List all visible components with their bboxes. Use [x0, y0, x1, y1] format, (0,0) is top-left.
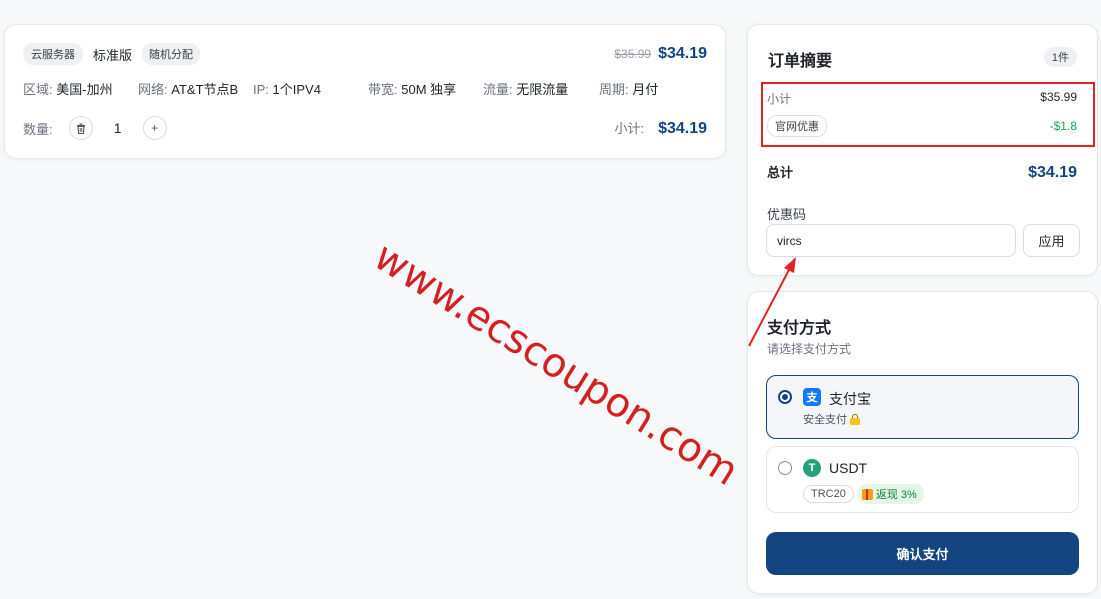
- product-price: $35.99 $34.19: [614, 45, 707, 63]
- total-label: 总计: [767, 165, 794, 180]
- spec-ip: IP: 1个IPV4: [253, 82, 321, 97]
- lock-icon: [850, 413, 860, 425]
- current-price: $34.19: [658, 45, 707, 62]
- alipay-note: 安全支付: [803, 411, 860, 427]
- total-value: $34.19: [1028, 164, 1077, 181]
- summary-subtotal-value: $35.99: [1040, 90, 1077, 104]
- spec-region: 区域: 美国-加州: [23, 82, 113, 97]
- category-tag: 云服务器: [23, 43, 83, 65]
- trash-icon: [76, 123, 85, 134]
- payment-option-usdt[interactable]: T USDT TRC20 返现 3%: [766, 446, 1079, 513]
- spec-bandwidth: 带宽: 50M 独享: [368, 82, 457, 97]
- annotation-arrow: [748, 257, 796, 347]
- alipay-label: 支付宝: [829, 391, 871, 407]
- item-subtotal: 小计: $34.19: [614, 118, 707, 138]
- item-count-badge: 1件: [1043, 47, 1077, 67]
- discount-row: 官网优惠 -$1.8: [767, 115, 1077, 137]
- product-header: 云服务器 标准版 随机分配 $35.99 $34.19: [23, 41, 707, 67]
- remove-item-button[interactable]: [68, 116, 93, 140]
- product-card: 云服务器 标准版 随机分配 $35.99 $34.19 区域: 美国-加州 网络…: [4, 24, 726, 159]
- discount-label: 官网优惠: [767, 115, 827, 137]
- summary-subtotal-label: 小计: [767, 92, 792, 106]
- spec-network: 网络: AT&T节点B: [138, 82, 239, 97]
- payment-option-alipay[interactable]: 支 支付宝 安全支付: [766, 375, 1079, 439]
- item-subtotal-value: $34.19: [658, 120, 707, 137]
- discount-value: -$1.8: [1049, 119, 1077, 133]
- alipay-icon: 支: [803, 388, 821, 406]
- plan-name: 标准版: [93, 47, 133, 63]
- alipay-radio[interactable]: [778, 390, 792, 404]
- confirm-payment-button[interactable]: 确认支付: [766, 532, 1079, 575]
- usdt-radio[interactable]: [778, 461, 792, 475]
- usdt-tags: TRC20 返现 3%: [803, 484, 924, 504]
- quantity-label: 数量:: [23, 121, 53, 137]
- watermark-text: www.ecscoupon.com: [365, 233, 747, 495]
- usdt-label: USDT: [829, 460, 868, 476]
- network-badge: TRC20: [803, 485, 854, 503]
- increase-quantity-button[interactable]: +: [142, 116, 167, 140]
- summary-subtotal-row: 小计 $35.99: [767, 90, 1077, 107]
- summary-title: 订单摘要: [768, 53, 833, 70]
- quantity-value: 1: [113, 120, 122, 136]
- total-row: 总计 $34.19: [767, 162, 1077, 182]
- order-summary-card: 订单摘要 1件 小计 $35.99 官网优惠 -$1.8 总计 $34.19 优…: [747, 24, 1098, 276]
- spec-cycle: 周期: 月付: [599, 82, 659, 97]
- cashback-badge: 返现 3%: [857, 484, 924, 504]
- spec-traffic: 流量: 无限流量: [483, 82, 569, 97]
- quantity-row: 数量: 1 + 小计: $34.19: [23, 115, 707, 141]
- allocation-tag: 随机分配: [142, 43, 201, 65]
- usdt-icon: T: [803, 459, 821, 477]
- coupon-label: 优惠码: [767, 207, 807, 222]
- plus-icon: +: [151, 121, 159, 135]
- gift-icon: [861, 488, 873, 500]
- original-price: $35.99: [614, 47, 652, 61]
- apply-coupon-button[interactable]: 应用: [1023, 224, 1080, 257]
- item-subtotal-label: 小计:: [614, 121, 645, 136]
